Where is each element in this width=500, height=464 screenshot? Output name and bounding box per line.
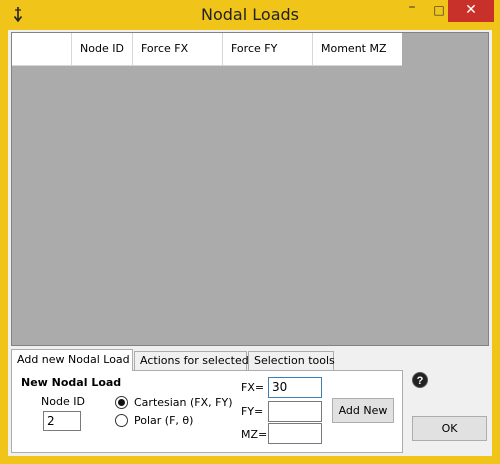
cartesian-radio[interactable] xyxy=(115,396,128,409)
group-title: New Nodal Load xyxy=(21,376,122,389)
cartesian-label: Cartesian (FX, FY) xyxy=(134,396,233,409)
node-id-label: Node ID xyxy=(41,395,85,408)
polar-radio[interactable] xyxy=(115,414,128,427)
nodal-loads-window: Nodal Loads – □ ✕ Node ID Force FX Force… xyxy=(0,0,500,464)
tab-actions-for-selected[interactable]: Actions for selected xyxy=(134,351,249,370)
tab-selection-tools[interactable]: Selection tools xyxy=(248,351,335,370)
nodal-loads-grid[interactable]: Node ID Force FX Force FY Moment MZ xyxy=(11,32,489,346)
add-new-nodal-load-panel: New Nodal Load Node ID 2 Cartesian (FX, … xyxy=(11,370,403,453)
close-button[interactable]: ✕ xyxy=(448,0,494,22)
fx-input[interactable]: 30 xyxy=(268,377,322,398)
polar-label: Polar (F, θ) xyxy=(134,414,194,427)
tab-add-new-nodal-load[interactable]: Add new Nodal Load xyxy=(11,349,133,371)
help-icon[interactable]: ? xyxy=(412,372,428,388)
column-header-moment-mz[interactable]: Moment MZ xyxy=(313,33,402,66)
add-new-button[interactable]: Add New xyxy=(332,398,394,423)
fy-input[interactable] xyxy=(268,401,322,422)
mz-label: MZ= xyxy=(241,428,268,441)
fy-label: FY= xyxy=(241,405,264,418)
grid-header-row: Node ID Force FX Force FY Moment MZ xyxy=(12,33,402,66)
ok-button[interactable]: OK xyxy=(412,416,487,441)
cartesian-option[interactable]: Cartesian (FX, FY) xyxy=(115,396,233,409)
mz-input[interactable] xyxy=(268,423,322,444)
minimize-button[interactable]: – xyxy=(398,0,426,22)
title-bar[interactable]: Nodal Loads – □ ✕ xyxy=(0,0,500,30)
grid-corner-header[interactable] xyxy=(12,33,72,66)
column-header-node-id[interactable]: Node ID xyxy=(72,33,133,66)
column-header-force-fy[interactable]: Force FY xyxy=(223,33,313,66)
node-id-input[interactable]: 2 xyxy=(43,411,81,431)
column-header-force-fx[interactable]: Force FX xyxy=(133,33,223,66)
polar-option[interactable]: Polar (F, θ) xyxy=(115,414,193,427)
dialog-client-area: Node ID Force FX Force FY Moment MZ Add … xyxy=(8,30,492,456)
fx-label: FX= xyxy=(241,381,265,394)
